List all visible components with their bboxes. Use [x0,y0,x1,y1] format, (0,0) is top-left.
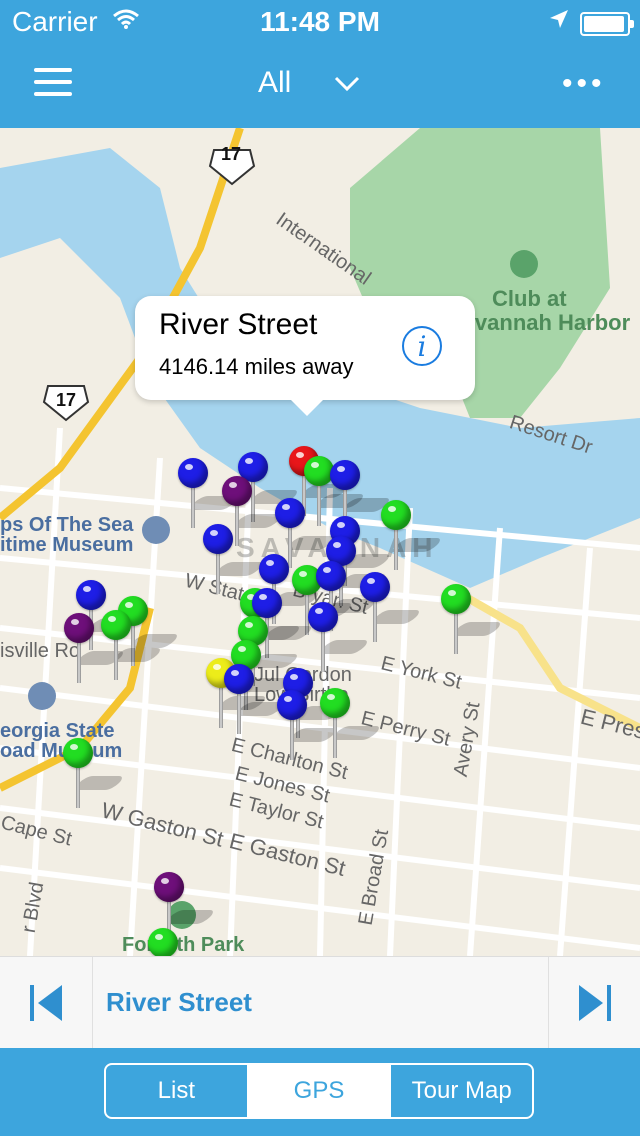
green-map-pin[interactable] [320,688,383,758]
menu-button[interactable] [34,64,74,100]
blue-map-pin[interactable] [203,524,266,594]
status-time: 11:48 PM [260,6,380,37]
blue-map-pin[interactable] [224,664,287,734]
blue-map-pin[interactable] [178,458,241,528]
green-map-pin[interactable] [63,738,126,808]
hamburger-menu-icon [34,68,72,72]
skip-previous-icon [30,985,62,1021]
status-bar: Carrier 11:48 PM [0,0,640,40]
purple-map-pin[interactable] [64,613,127,683]
green-map-pin[interactable] [148,928,178,956]
previous-stop-button[interactable] [0,957,93,1049]
tab-tour-map[interactable]: Tour Map [389,1065,532,1117]
battery-icon [580,12,634,36]
current-stop-name: River Street [106,987,252,1017]
highway-17-shield-top: 17 [221,144,242,164]
skip-next-icon [579,985,611,1021]
bottom-bar: List GPS Tour Map [0,1048,640,1136]
callout-distance: 4146.14 miles away [159,354,354,379]
info-icon[interactable]: i [402,326,442,366]
filter-dropdown[interactable]: All [250,64,390,104]
callout-title: River Street [159,308,318,341]
view-mode-segmented-control: List GPS Tour Map [104,1063,534,1119]
filter-label: All [258,66,292,99]
more-button[interactable]: ••• [562,69,612,99]
chevron-down-icon [334,76,360,92]
location-callout[interactable]: River Street 4146.14 miles away i [135,296,475,416]
map-view[interactable]: 17 17 International Club at Savannah Har… [0,128,640,956]
blue-map-pin[interactable] [277,690,340,760]
next-stop-button[interactable] [548,957,640,1049]
tab-list[interactable]: List [106,1065,247,1117]
green-map-pin[interactable] [441,584,504,654]
highway-17-shield-left: 17 [56,390,77,410]
top-bar: Carrier 11:48 PM All ••• [0,0,640,128]
green-map-pin[interactable] [101,610,164,680]
blue-map-pin[interactable] [308,602,371,672]
green-map-pin[interactable] [381,500,444,570]
label-club-2: Savannah Harbor [448,310,631,335]
blue-map-pin[interactable] [360,572,423,642]
tab-gps[interactable]: GPS [246,1065,390,1117]
label-club: Club at [492,286,567,311]
label-ships-museum-2: itime Museum [0,534,134,556]
label-georgia-museum-2: oad Museum [0,740,123,762]
location-arrow-icon [548,8,570,37]
stop-navigation-bar: River Street [0,956,640,1049]
